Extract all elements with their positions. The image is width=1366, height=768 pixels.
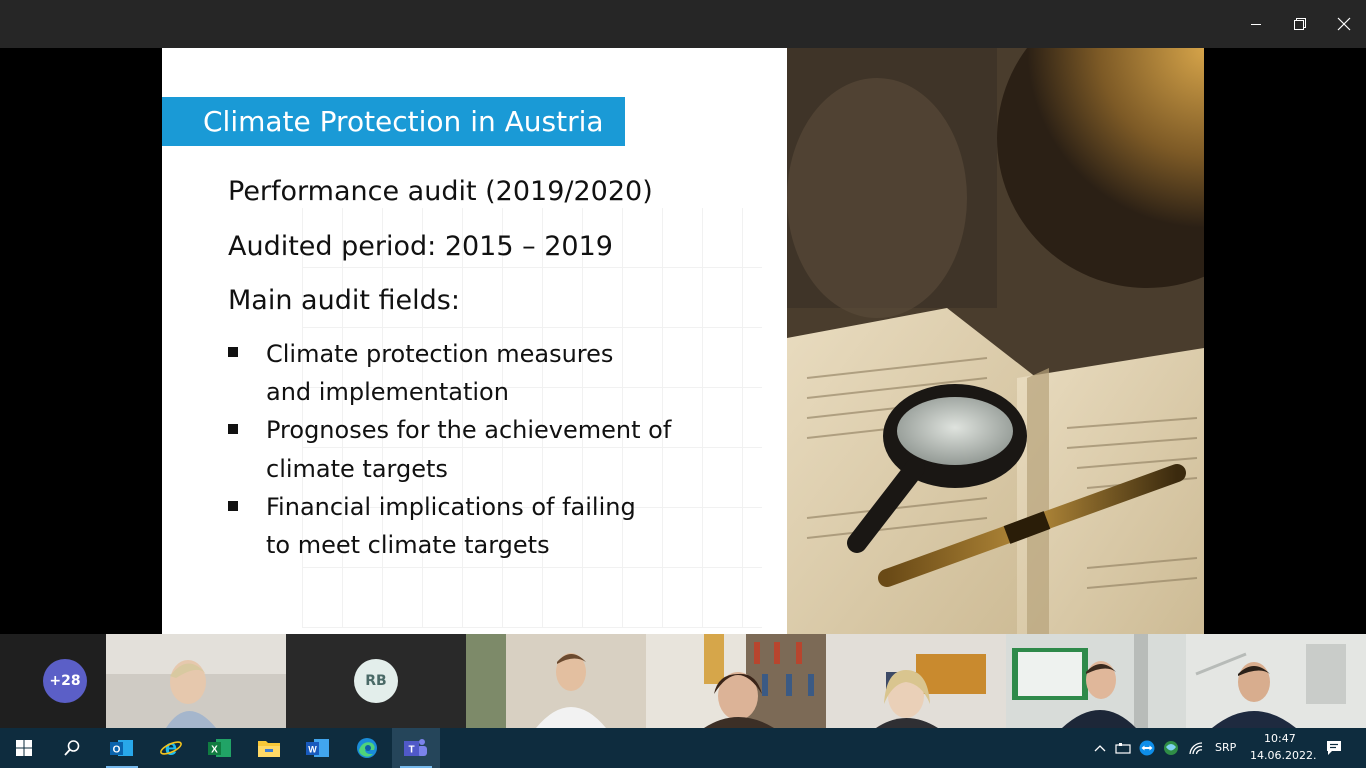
tray-teamviewer-button[interactable] xyxy=(1136,728,1158,768)
participant-video-tile[interactable] xyxy=(106,634,286,728)
bullet-1-line-2: and implementation xyxy=(266,378,509,406)
start-button[interactable] xyxy=(0,728,48,768)
notification-icon xyxy=(1327,741,1341,755)
slide-photo-book-magnifier xyxy=(787,48,1204,634)
participant-video-tile[interactable] xyxy=(826,634,1006,728)
edge-icon xyxy=(357,738,377,758)
window-title-bar xyxy=(0,0,1366,48)
taskbar-outlook[interactable]: O xyxy=(98,728,146,768)
bullet-marker xyxy=(228,501,238,511)
svg-text:X: X xyxy=(211,745,218,756)
search-icon xyxy=(64,740,80,756)
svg-text:T: T xyxy=(408,745,414,756)
windows-taskbar: O e X W T SRP 10:47 14.06.2022. xyxy=(0,728,1366,768)
participant-video xyxy=(106,634,286,728)
presentation-slide: Climate Protection in Austria Performanc… xyxy=(162,48,1204,634)
slide-title: Climate Protection in Austria xyxy=(162,97,625,146)
close-icon xyxy=(1337,17,1351,31)
outlook-icon: O xyxy=(110,740,133,756)
minimize-button[interactable] xyxy=(1234,0,1278,48)
book-magnifier-illustration xyxy=(787,48,1204,634)
participant-video xyxy=(646,634,826,728)
svg-text:e: e xyxy=(165,736,177,760)
participant-video xyxy=(1186,634,1366,728)
slide-text-panel: Climate Protection in Austria Performanc… xyxy=(162,48,787,634)
teamviewer-icon xyxy=(1139,740,1155,756)
bullet-2-line-1: Prognoses for the achievement of xyxy=(266,416,672,444)
svg-text:O: O xyxy=(113,745,121,756)
shared-screen-stage: Climate Protection in Austria Performanc… xyxy=(0,48,1366,634)
bullet-marker xyxy=(228,347,238,357)
avatar-rb: RB xyxy=(354,659,398,703)
participant-video xyxy=(466,634,646,728)
tray-network-status-button[interactable] xyxy=(1160,728,1182,768)
action-center-button[interactable] xyxy=(1314,728,1354,768)
taskbar-clock-date[interactable]: 14.06.2022. xyxy=(1250,749,1316,762)
taskbar-edge[interactable] xyxy=(343,728,391,768)
input-language-indicator[interactable]: SRP xyxy=(1215,741,1236,754)
close-button[interactable] xyxy=(1322,0,1366,48)
participant-video-tile[interactable] xyxy=(646,634,826,728)
more-participants-tile[interactable]: +28 xyxy=(0,634,106,728)
participant-video-tile[interactable] xyxy=(1186,634,1366,728)
taskbar-excel[interactable]: X xyxy=(196,728,244,768)
participant-tile-rb[interactable]: RB xyxy=(286,634,466,728)
taskbar-clock-time[interactable]: 10:47 xyxy=(1264,732,1296,745)
bullet-3-line-2: to meet climate targets xyxy=(266,531,550,559)
word-icon: W xyxy=(306,739,329,757)
teams-icon: T xyxy=(404,739,427,756)
restore-icon xyxy=(1294,18,1306,30)
chevron-up-icon xyxy=(1094,745,1106,752)
participant-video-tile[interactable] xyxy=(1006,634,1186,728)
overflow-count-badge: +28 xyxy=(43,659,87,703)
internet-explorer-icon: e xyxy=(160,736,182,760)
file-explorer-icon xyxy=(258,741,280,757)
bullet-3-line-1: Financial implications of failing xyxy=(266,493,636,521)
slide-line-fields: Main audit fields: xyxy=(228,285,460,316)
taskbar-teams[interactable]: T xyxy=(392,728,440,768)
taskbar-file-explorer[interactable] xyxy=(245,728,293,768)
slide-line-period: Audited period: 2015 – 2019 xyxy=(228,231,613,262)
start-icon xyxy=(16,740,32,756)
restore-button[interactable] xyxy=(1278,0,1322,48)
svg-text:W: W xyxy=(308,745,317,755)
participant-video-tile[interactable] xyxy=(466,634,646,728)
tray-device-button[interactable] xyxy=(1112,728,1134,768)
taskbar-word[interactable]: W xyxy=(294,728,342,768)
bullet-1-line-1: Climate protection measures xyxy=(266,340,614,368)
device-icon xyxy=(1115,743,1131,754)
participant-video xyxy=(1006,634,1186,728)
globe-status-icon xyxy=(1164,741,1178,755)
show-hidden-icons-button[interactable] xyxy=(1090,728,1110,768)
slide-line-audit: Performance audit (2019/2020) xyxy=(228,176,653,207)
excel-icon: X xyxy=(208,739,231,757)
taskbar-internet-explorer[interactable]: e xyxy=(147,728,195,768)
participant-video xyxy=(826,634,1006,728)
bullet-2-line-2: climate targets xyxy=(266,455,448,483)
wifi-icon xyxy=(1189,742,1203,755)
bullet-marker xyxy=(228,424,238,434)
minimize-icon xyxy=(1251,24,1261,25)
tray-wifi-button[interactable] xyxy=(1184,728,1208,768)
search-button[interactable] xyxy=(48,728,96,768)
participant-strip: +28 RB xyxy=(0,634,1366,728)
